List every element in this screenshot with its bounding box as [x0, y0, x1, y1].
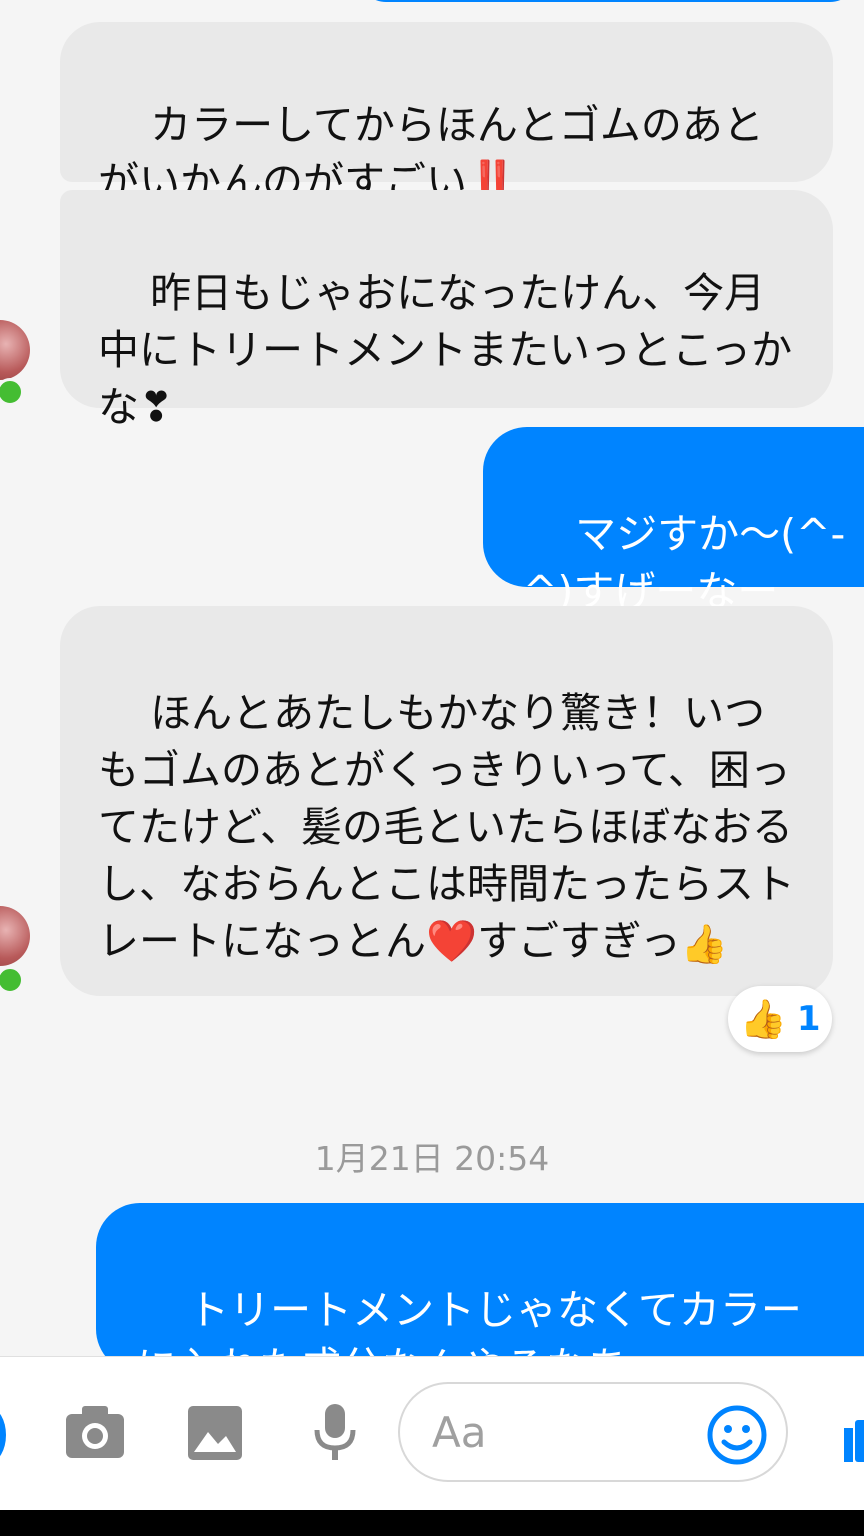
incoming-message-bubble[interactable]: ほんとあたしもかなり驚き！いつもゴムのあとがくっきりいって、困ってたけど、髪の毛… [60, 606, 833, 996]
message-text: マジすか〜(^-^)すげーなー [523, 510, 846, 615]
outgoing-message-bubble[interactable]: マジすか〜(^-^)すげーなー [483, 427, 864, 615]
heart-emoji: ❤️ [426, 917, 478, 965]
timestamp-divider: 1月21日 20:54 [314, 1139, 550, 1178]
thumbs-up-emoji: 👍 [680, 922, 729, 966]
incoming-message-bubble[interactable]: カラーしてからほんとゴムのあとがいかんのがすごい‼️ [60, 22, 833, 206]
emoji-icon[interactable] [706, 1404, 768, 1466]
avatar[interactable] [0, 320, 30, 380]
reaction-count: 1 [796, 999, 821, 1039]
message-input-placeholder: Aa [432, 1408, 487, 1457]
system-navigation-bar [0, 1510, 864, 1536]
thumbs-up-icon: 👍 [739, 997, 787, 1041]
camera-icon[interactable] [64, 1404, 126, 1460]
heart-exclamation-emoji: ❣ [139, 383, 174, 431]
message-text-end: すごすぎっ [477, 917, 681, 965]
avatar[interactable] [0, 906, 30, 966]
message-text: 昨日もじゃおになったけん、今月中にトリートメントまたいっとこっかな [98, 269, 793, 431]
like-icon[interactable] [842, 1418, 864, 1464]
online-indicator [0, 966, 24, 994]
conversation-thread[interactable]: カラーしてからほんとゴムのあとがいかんのがすごい‼️ 昨日もじゃおになったけん、… [0, 0, 864, 1356]
incoming-message-bubble[interactable]: 昨日もじゃおになったけん、今月中にトリートメントまたいっとこっかな❣ [60, 190, 833, 431]
reaction-badge[interactable]: 👍 1 [728, 986, 832, 1052]
microphone-icon[interactable] [312, 1402, 358, 1464]
message-text: トリートメントじゃなくてカラーに入れた成分なんやろなあ [136, 1286, 802, 1356]
outgoing-message-bubble[interactable]: トリートメントじゃなくてカラーに入れた成分なんやろなあ [96, 1203, 864, 1356]
online-indicator [0, 378, 24, 406]
previous-outgoing-bubble[interactable] [358, 0, 858, 2]
image-icon[interactable] [186, 1404, 244, 1462]
